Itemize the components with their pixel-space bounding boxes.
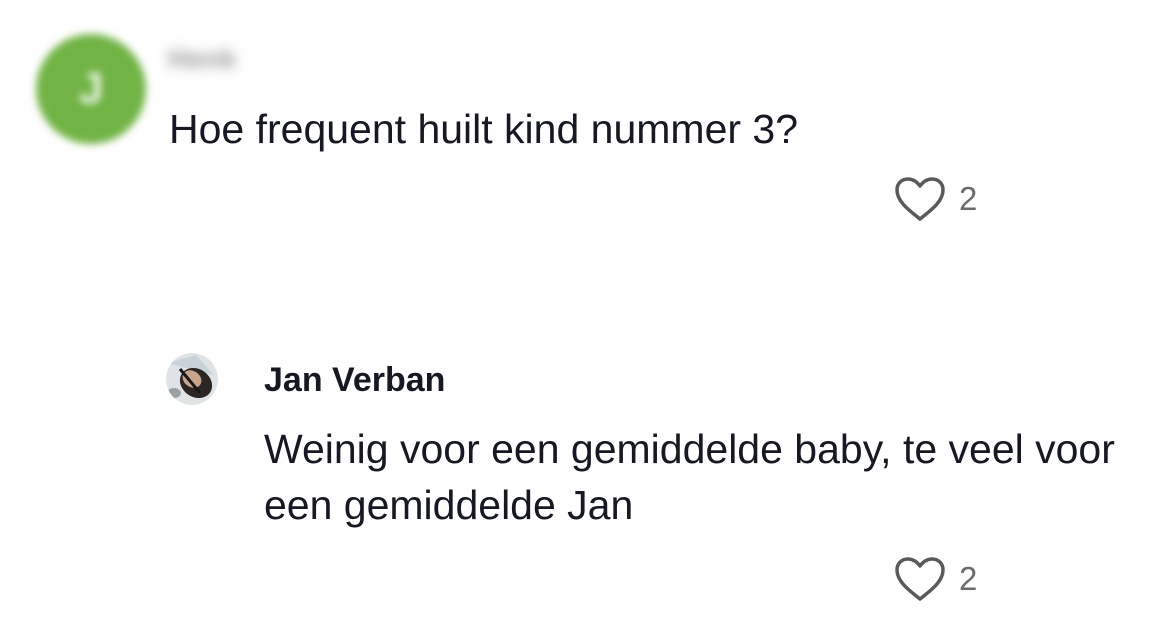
heart-icon[interactable]: [893, 555, 947, 603]
reply-text: Weinig voor een gemiddelde baby, te veel…: [264, 426, 1115, 528]
like-count: 2: [959, 560, 978, 597]
reply-avatar-image: [166, 353, 218, 405]
heart-icon[interactable]: [893, 175, 947, 223]
avatar-initial: J: [78, 64, 104, 113]
reply-avatar[interactable]: [166, 353, 218, 405]
comment-text: Hoe frequent huilt kind nummer 3?: [169, 106, 799, 152]
comment-username[interactable]: Henk: [168, 44, 236, 74]
comment-like-button[interactable]: 2: [893, 175, 977, 223]
reply-like-button[interactable]: 2: [893, 555, 977, 603]
reply-author[interactable]: Jan Verban: [264, 360, 445, 400]
like-count: 2: [959, 180, 978, 217]
avatar[interactable]: J: [36, 34, 146, 144]
